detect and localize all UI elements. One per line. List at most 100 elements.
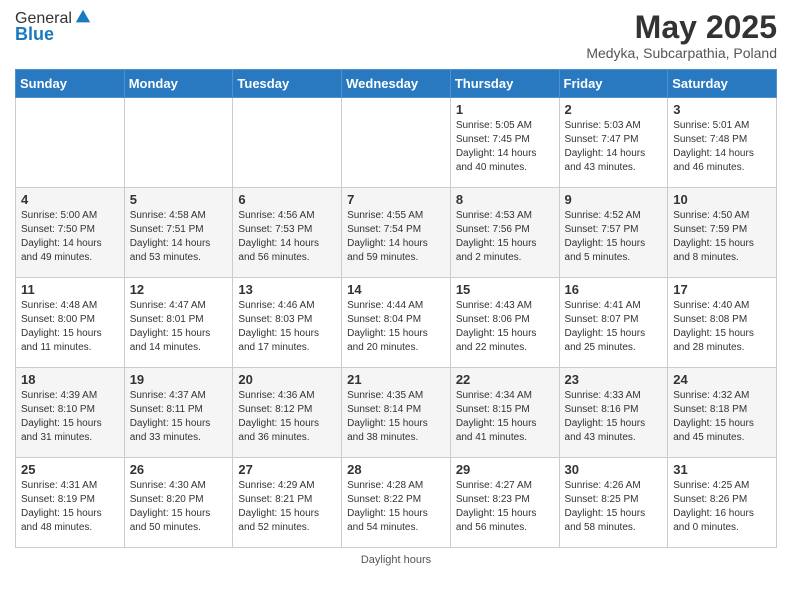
day-info: Sunrise: 4:44 AM Sunset: 8:04 PM Dayligh… bbox=[347, 299, 445, 355]
table-row: 3 Sunrise: 5:01 AM Sunset: 7:48 PM Daylig… bbox=[668, 98, 777, 188]
day-info: Sunrise: 4:37 AM Sunset: 8:11 PM Dayligh… bbox=[130, 389, 228, 445]
day-number: 3 bbox=[673, 102, 771, 117]
col-friday: Friday bbox=[559, 70, 668, 98]
calendar-week-row: 25Sunrise: 4:31 AM Sunset: 8:19 PM Dayli… bbox=[16, 458, 777, 548]
day-info: Sunrise: 5:01 AM Sunset: 7:48 PM Dayligh… bbox=[673, 119, 771, 175]
day-number: 17 bbox=[673, 282, 771, 297]
day-number: 13 bbox=[238, 282, 336, 297]
logo: General Blue bbox=[15, 10, 92, 45]
table-row: 30 Sunrise: 4:26 AM Sunset: 8:25 PM Dayli… bbox=[559, 458, 668, 548]
title-block: May 2025 Medyka, Subcarpathia, Poland bbox=[586, 10, 777, 61]
calendar-week-row: 4 Sunrise: 5:00 AM Sunset: 7:50 PM Daylig… bbox=[16, 188, 777, 278]
table-row: 29 Sunrise: 4:27 AM Sunset: 8:23 PM Dayli… bbox=[450, 458, 559, 548]
table-row: 19 Sunrise: 4:37 AM Sunset: 8:11 PM Dayli… bbox=[124, 368, 233, 458]
day-info: Sunrise: 4:32 AM Sunset: 8:18 PM Dayligh… bbox=[673, 389, 771, 445]
day-info: Sunrise: 4:26 AM Sunset: 8:25 PM Dayligh… bbox=[565, 479, 663, 535]
table-row: 8Sunrise: 4:53 AM Sunset: 7:56 PM Daylig… bbox=[450, 188, 559, 278]
day-number: 4 bbox=[21, 192, 119, 207]
day-info: Sunrise: 4:33 AM Sunset: 8:16 PM Dayligh… bbox=[565, 389, 663, 445]
table-row: 12Sunrise: 4:47 AM Sunset: 8:01 PM Dayli… bbox=[124, 278, 233, 368]
calendar: Sunday Monday Tuesday Wednesday Thursday… bbox=[15, 69, 777, 548]
day-number: 24 bbox=[673, 372, 771, 387]
day-info: Sunrise: 5:05 AM Sunset: 7:45 PM Dayligh… bbox=[456, 119, 554, 175]
header: General Blue May 2025 Medyka, Subcarpath… bbox=[15, 10, 777, 61]
day-number: 7 bbox=[347, 192, 445, 207]
footer-note: Daylight hours bbox=[15, 554, 777, 566]
table-row: 15Sunrise: 4:43 AM Sunset: 8:06 PM Dayli… bbox=[450, 278, 559, 368]
table-row: 17 Sunrise: 4:40 AM Sunset: 8:08 PM Dayli… bbox=[668, 278, 777, 368]
calendar-week-row: 18 Sunrise: 4:39 AM Sunset: 8:10 PM Dayli… bbox=[16, 368, 777, 458]
table-row: 2Sunrise: 5:03 AM Sunset: 7:47 PM Daylig… bbox=[559, 98, 668, 188]
page: General Blue May 2025 Medyka, Subcarpath… bbox=[0, 0, 792, 581]
day-info: Sunrise: 4:40 AM Sunset: 8:08 PM Dayligh… bbox=[673, 299, 771, 355]
day-number: 1 bbox=[456, 102, 554, 117]
day-number: 10 bbox=[673, 192, 771, 207]
table-row: 5 Sunrise: 4:58 AM Sunset: 7:51 PM Daylig… bbox=[124, 188, 233, 278]
day-number: 30 bbox=[565, 462, 663, 477]
day-number: 21 bbox=[347, 372, 445, 387]
day-info: Sunrise: 4:34 AM Sunset: 8:15 PM Dayligh… bbox=[456, 389, 554, 445]
table-row: 6 Sunrise: 4:56 AM Sunset: 7:53 PM Daylig… bbox=[233, 188, 342, 278]
day-info: Sunrise: 4:48 AM Sunset: 8:00 PM Dayligh… bbox=[21, 299, 119, 355]
day-info: Sunrise: 4:43 AM Sunset: 8:06 PM Dayligh… bbox=[456, 299, 554, 355]
day-number: 14 bbox=[347, 282, 445, 297]
day-number: 23 bbox=[565, 372, 663, 387]
table-row bbox=[233, 98, 342, 188]
day-info: Sunrise: 4:46 AM Sunset: 8:03 PM Dayligh… bbox=[238, 299, 336, 355]
day-number: 20 bbox=[238, 372, 336, 387]
table-row: 4 Sunrise: 5:00 AM Sunset: 7:50 PM Daylig… bbox=[16, 188, 125, 278]
day-number: 19 bbox=[130, 372, 228, 387]
month-title: May 2025 bbox=[586, 10, 777, 45]
day-number: 9 bbox=[565, 192, 663, 207]
day-number: 27 bbox=[238, 462, 336, 477]
day-info: Sunrise: 4:50 AM Sunset: 7:59 PM Dayligh… bbox=[673, 209, 771, 265]
day-info: Sunrise: 4:41 AM Sunset: 8:07 PM Dayligh… bbox=[565, 299, 663, 355]
col-tuesday: Tuesday bbox=[233, 70, 342, 98]
day-info: Sunrise: 5:03 AM Sunset: 7:47 PM Dayligh… bbox=[565, 119, 663, 175]
table-row bbox=[342, 98, 451, 188]
table-row: 9Sunrise: 4:52 AM Sunset: 7:57 PM Daylig… bbox=[559, 188, 668, 278]
day-number: 28 bbox=[347, 462, 445, 477]
logo-icon bbox=[74, 8, 92, 26]
table-row: 25Sunrise: 4:31 AM Sunset: 8:19 PM Dayli… bbox=[16, 458, 125, 548]
table-row: 23 Sunrise: 4:33 AM Sunset: 8:16 PM Dayli… bbox=[559, 368, 668, 458]
table-row: 16 Sunrise: 4:41 AM Sunset: 8:07 PM Dayli… bbox=[559, 278, 668, 368]
location: Medyka, Subcarpathia, Poland bbox=[586, 45, 777, 61]
day-info: Sunrise: 4:31 AM Sunset: 8:19 PM Dayligh… bbox=[21, 479, 119, 535]
day-number: 5 bbox=[130, 192, 228, 207]
table-row: 27 Sunrise: 4:29 AM Sunset: 8:21 PM Dayli… bbox=[233, 458, 342, 548]
day-number: 11 bbox=[21, 282, 119, 297]
day-number: 6 bbox=[238, 192, 336, 207]
table-row: 20Sunrise: 4:36 AM Sunset: 8:12 PM Dayli… bbox=[233, 368, 342, 458]
day-info: Sunrise: 4:27 AM Sunset: 8:23 PM Dayligh… bbox=[456, 479, 554, 535]
day-info: Sunrise: 4:28 AM Sunset: 8:22 PM Dayligh… bbox=[347, 479, 445, 535]
day-info: Sunrise: 4:29 AM Sunset: 8:21 PM Dayligh… bbox=[238, 479, 336, 535]
day-info: Sunrise: 4:39 AM Sunset: 8:10 PM Dayligh… bbox=[21, 389, 119, 445]
day-info: Sunrise: 4:58 AM Sunset: 7:51 PM Dayligh… bbox=[130, 209, 228, 265]
table-row: 7 Sunrise: 4:55 AM Sunset: 7:54 PM Daylig… bbox=[342, 188, 451, 278]
table-row: 28 Sunrise: 4:28 AM Sunset: 8:22 PM Dayli… bbox=[342, 458, 451, 548]
table-row: 22 Sunrise: 4:34 AM Sunset: 8:15 PM Dayli… bbox=[450, 368, 559, 458]
table-row bbox=[16, 98, 125, 188]
table-row: 14 Sunrise: 4:44 AM Sunset: 8:04 PM Dayli… bbox=[342, 278, 451, 368]
col-wednesday: Wednesday bbox=[342, 70, 451, 98]
table-row: 21Sunrise: 4:35 AM Sunset: 8:14 PM Dayli… bbox=[342, 368, 451, 458]
col-sunday: Sunday bbox=[16, 70, 125, 98]
table-row: 1 Sunrise: 5:05 AM Sunset: 7:45 PM Daylig… bbox=[450, 98, 559, 188]
calendar-week-row: 1 Sunrise: 5:05 AM Sunset: 7:45 PM Daylig… bbox=[16, 98, 777, 188]
day-number: 18 bbox=[21, 372, 119, 387]
day-info: Sunrise: 5:00 AM Sunset: 7:50 PM Dayligh… bbox=[21, 209, 119, 265]
logo-blue-text: Blue bbox=[15, 24, 92, 45]
day-number: 22 bbox=[456, 372, 554, 387]
calendar-week-row: 11 Sunrise: 4:48 AM Sunset: 8:00 PM Dayli… bbox=[16, 278, 777, 368]
day-number: 29 bbox=[456, 462, 554, 477]
table-row: 24 Sunrise: 4:32 AM Sunset: 8:18 PM Dayli… bbox=[668, 368, 777, 458]
day-info: Sunrise: 4:55 AM Sunset: 7:54 PM Dayligh… bbox=[347, 209, 445, 265]
table-row: 26Sunrise: 4:30 AM Sunset: 8:20 PM Dayli… bbox=[124, 458, 233, 548]
table-row: 31Sunrise: 4:25 AM Sunset: 8:26 PM Dayli… bbox=[668, 458, 777, 548]
day-number: 16 bbox=[565, 282, 663, 297]
col-saturday: Saturday bbox=[668, 70, 777, 98]
day-info: Sunrise: 4:30 AM Sunset: 8:20 PM Dayligh… bbox=[130, 479, 228, 535]
day-number: 12 bbox=[130, 282, 228, 297]
day-info: Sunrise: 4:56 AM Sunset: 7:53 PM Dayligh… bbox=[238, 209, 336, 265]
